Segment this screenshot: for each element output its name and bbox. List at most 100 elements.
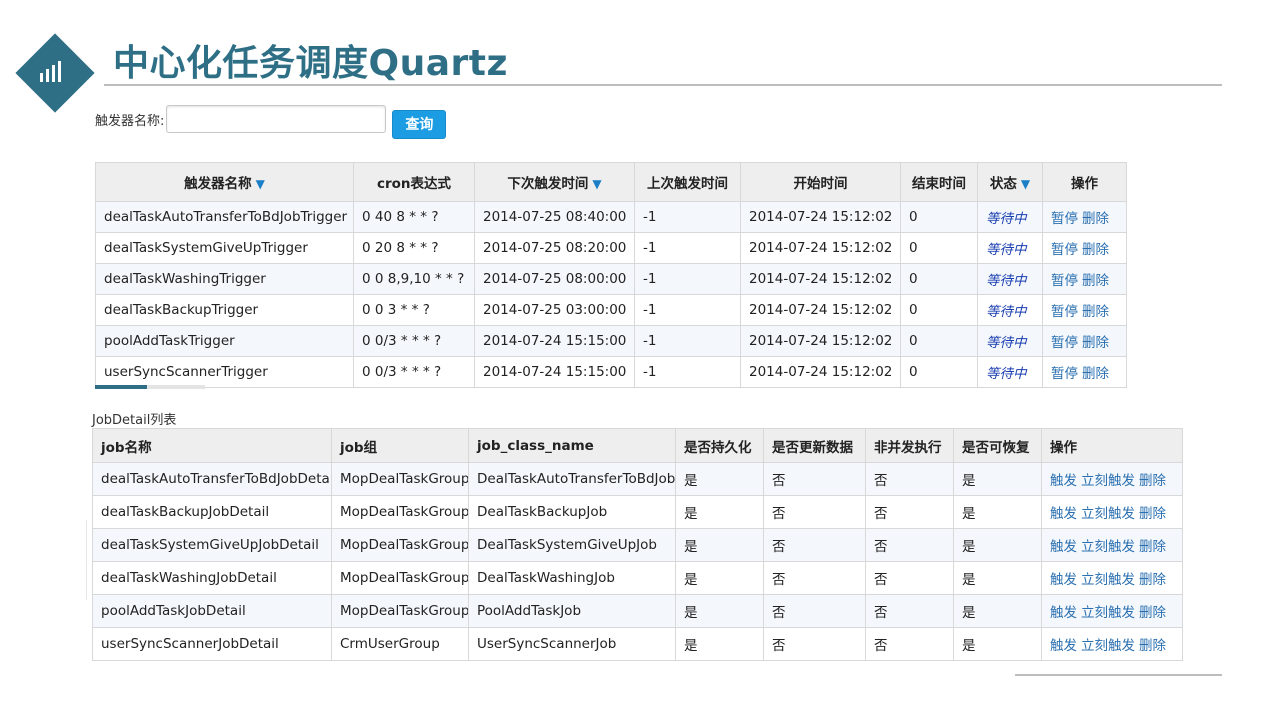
trigger-link[interactable]: 触发	[1050, 506, 1077, 522]
trigger-name-search-input[interactable]	[166, 105, 387, 133]
job-name-cell: userSyncScannerJobDetail	[92, 627, 332, 661]
trigger-link[interactable]: 触发	[1050, 572, 1077, 588]
trigger-now-link[interactable]: 立刻触发	[1081, 473, 1135, 489]
end-time-cell: 0	[900, 201, 978, 233]
sort-desc-icon[interactable]: ▼	[592, 177, 601, 191]
durable-cell: 是	[675, 462, 764, 496]
durable-cell: 是	[675, 495, 764, 529]
update-data-cell: 否	[763, 495, 866, 529]
delete-link[interactable]: 删除	[1139, 572, 1166, 588]
column-header-cron: cron表达式	[353, 162, 475, 202]
pause-link[interactable]: 暂停	[1051, 273, 1078, 289]
delete-link[interactable]: 删除	[1139, 473, 1166, 489]
prev-fire-cell: -1	[634, 325, 741, 357]
delete-link[interactable]: 删除	[1082, 242, 1109, 258]
query-button[interactable]: 查询	[392, 109, 447, 139]
trigger-now-link[interactable]: 立刻触发	[1081, 539, 1135, 555]
delete-link[interactable]: 删除	[1139, 539, 1166, 555]
delete-link[interactable]: 删除	[1082, 273, 1109, 289]
cron-cell: 0 40 8 * * ?	[353, 201, 475, 233]
column-header-next-fire[interactable]: 下次触发时间 ▼	[474, 162, 635, 202]
job-name-cell: dealTaskWashingJobDetail	[92, 561, 332, 595]
pause-link[interactable]: 暂停	[1051, 242, 1078, 258]
delete-link[interactable]: 删除	[1139, 638, 1166, 654]
trigger-now-link[interactable]: 立刻触发	[1081, 572, 1135, 588]
delete-link[interactable]: 删除	[1082, 304, 1109, 320]
delete-link[interactable]: 删除	[1139, 605, 1166, 621]
cron-cell: 0 0 8,9,10 * * ?	[353, 263, 475, 295]
delete-link[interactable]: 删除	[1139, 506, 1166, 522]
table-row: dealTaskAutoTransferToBdJobTrigger 0 40 …	[95, 201, 1127, 233]
durable-cell: 是	[675, 627, 764, 661]
next-fire-cell: 2014-07-25 08:20:00	[474, 232, 635, 264]
nonconcurrent-cell: 否	[865, 561, 954, 595]
job-class-cell: DealTaskWashingJob	[468, 561, 676, 595]
job-name-cell: dealTaskAutoTransferToBdJobDetail	[92, 462, 332, 496]
job-class-cell: DealTaskAutoTransferToBdJob	[468, 462, 676, 496]
next-fire-cell: 2014-07-24 15:15:00	[474, 356, 635, 388]
actions-cell: 触发 立刻触发 删除	[1041, 561, 1183, 595]
scrollbar-thumb[interactable]	[95, 385, 147, 389]
nonconcurrent-cell: 否	[865, 627, 954, 661]
nonconcurrent-cell: 否	[865, 495, 954, 529]
trigger-now-link[interactable]: 立刻触发	[1081, 638, 1135, 654]
next-fire-cell: 2014-07-24 15:15:00	[474, 325, 635, 357]
prev-fire-cell: -1	[634, 294, 741, 326]
status-cell: 等待中	[977, 263, 1043, 295]
delete-link[interactable]: 删除	[1082, 211, 1109, 227]
column-header-prev-fire: 上次触发时间	[634, 162, 741, 202]
panel-edge	[86, 520, 87, 600]
next-fire-cell: 2014-07-25 08:40:00	[474, 201, 635, 233]
trigger-name-cell: dealTaskWashingTrigger	[95, 263, 354, 295]
table-row: dealTaskWashingJobDetail MopDealTaskGrou…	[92, 561, 1183, 595]
end-time-cell: 0	[900, 263, 978, 295]
status-cell: 等待中	[977, 325, 1043, 357]
status-cell: 等待中	[977, 232, 1043, 264]
actions-cell: 触发 立刻触发 删除	[1041, 627, 1183, 661]
column-header-actions: 操作	[1041, 428, 1183, 463]
prev-fire-cell: -1	[634, 356, 741, 388]
footer-divider	[1015, 674, 1222, 676]
column-header-update-data: 是否更新数据	[763, 428, 866, 463]
delete-link[interactable]: 删除	[1082, 366, 1109, 382]
end-time-cell: 0	[900, 232, 978, 264]
durable-cell: 是	[675, 561, 764, 595]
job-class-cell: PoolAddTaskJob	[468, 594, 676, 628]
actions-cell: 暂停 删除	[1042, 263, 1127, 295]
job-class-cell: DealTaskSystemGiveUpJob	[468, 528, 676, 562]
trigger-link[interactable]: 触发	[1050, 638, 1077, 654]
nonconcurrent-cell: 否	[865, 528, 954, 562]
end-time-cell: 0	[900, 356, 978, 388]
trigger-link[interactable]: 触发	[1050, 539, 1077, 555]
trigger-link[interactable]: 触发	[1050, 605, 1077, 621]
trigger-link[interactable]: 触发	[1050, 473, 1077, 489]
trigger-now-link[interactable]: 立刻触发	[1081, 506, 1135, 522]
sort-desc-icon[interactable]: ▼	[1021, 177, 1030, 191]
actions-cell: 触发 立刻触发 删除	[1041, 462, 1183, 496]
sort-desc-icon[interactable]: ▼	[256, 177, 265, 191]
job-name-cell: dealTaskSystemGiveUpJobDetail	[92, 528, 332, 562]
horizontal-scrollbar[interactable]	[95, 385, 205, 389]
column-header-trigger-name[interactable]: 触发器名称 ▼	[95, 162, 354, 202]
pause-link[interactable]: 暂停	[1051, 304, 1078, 320]
actions-cell: 暂停 删除	[1042, 294, 1127, 326]
status-cell: 等待中	[977, 201, 1043, 233]
pause-link[interactable]: 暂停	[1051, 211, 1078, 227]
cron-cell: 0 0 3 * * ?	[353, 294, 475, 326]
start-time-cell: 2014-07-24 15:12:02	[740, 356, 901, 388]
update-data-cell: 否	[763, 462, 866, 496]
start-time-cell: 2014-07-24 15:12:02	[740, 263, 901, 295]
pause-link[interactable]: 暂停	[1051, 335, 1078, 351]
trigger-now-link[interactable]: 立刻触发	[1081, 605, 1135, 621]
job-group-cell: MopDealTaskGroup	[331, 495, 469, 529]
status-cell: 等待中	[977, 294, 1043, 326]
column-header-status[interactable]: 状态 ▼	[977, 162, 1043, 202]
column-header-actions: 操作	[1042, 162, 1127, 202]
actions-cell: 暂停 删除	[1042, 325, 1127, 357]
job-group-cell: MopDealTaskGroup	[331, 561, 469, 595]
recoverable-cell: 是	[953, 627, 1042, 661]
pause-link[interactable]: 暂停	[1051, 366, 1078, 382]
delete-link[interactable]: 删除	[1082, 335, 1109, 351]
jobdetail-table-header: job名称 job组 job_class_name 是否持久化 是否更新数据 非…	[92, 428, 1183, 463]
title-divider	[104, 84, 1222, 86]
